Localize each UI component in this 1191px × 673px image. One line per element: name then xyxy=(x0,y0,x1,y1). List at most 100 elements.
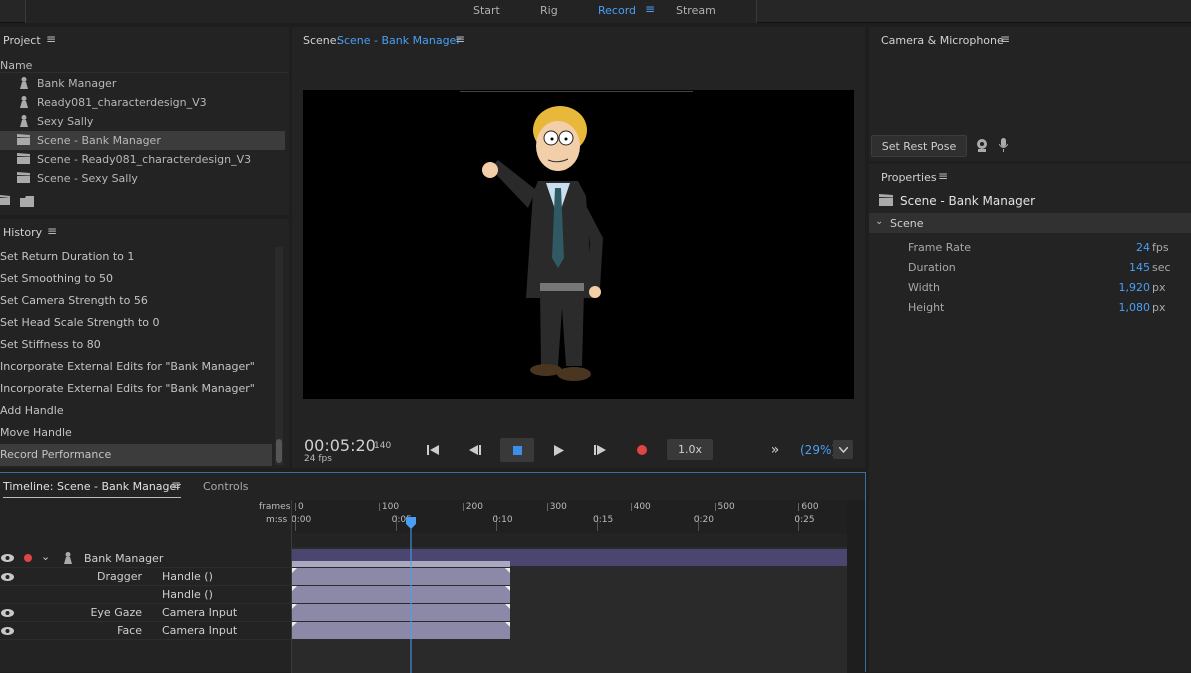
take-clip[interactable] xyxy=(292,604,510,621)
fps-label: 24 fps xyxy=(304,454,332,464)
play-button[interactable] xyxy=(550,442,568,458)
panel-menu-icon[interactable]: ≡ xyxy=(171,478,181,492)
chevron-down-icon[interactable]: ⌄ xyxy=(41,550,50,563)
stop-button[interactable] xyxy=(500,438,534,462)
clip-end-handle[interactable] xyxy=(505,568,510,573)
history-scrollbar[interactable] xyxy=(275,247,283,465)
eye-icon[interactable] xyxy=(1,554,14,562)
history-item-label: Incorporate External Edits for "Bank Man… xyxy=(0,382,255,395)
project-item[interactable]: Ready081_characterdesign_V3 xyxy=(0,93,285,112)
panel-menu-icon[interactable]: ≡ xyxy=(938,169,948,183)
record-arm-icon[interactable] xyxy=(24,554,32,562)
controls-tab[interactable]: Controls xyxy=(203,480,249,493)
behavior-name: Eye Gaze xyxy=(90,606,142,619)
frame-tick-mark xyxy=(630,503,632,511)
folder-icon[interactable] xyxy=(20,196,34,207)
project-item[interactable]: Scene - Bank Manager xyxy=(0,131,285,150)
clip-end-handle[interactable] xyxy=(505,586,510,591)
take-clip[interactable] xyxy=(292,622,510,639)
webcam-icon[interactable] xyxy=(976,139,988,152)
properties-item-name: Scene - Bank Manager xyxy=(900,194,1036,208)
parameter-name: Camera Input xyxy=(162,606,238,619)
scene-viewport[interactable] xyxy=(303,90,854,399)
workspace-rig-tab[interactable]: Rig xyxy=(540,4,558,17)
eye-icon[interactable] xyxy=(1,573,14,581)
track-name: Bank Manager xyxy=(84,552,164,565)
panel-menu-icon[interactable]: ≡ xyxy=(1000,32,1010,46)
history-item[interactable]: Set Camera Strength to 56 xyxy=(0,290,272,312)
track-row[interactable]: Face Camera Input xyxy=(0,622,291,640)
property-unit: sec xyxy=(1152,261,1171,274)
timeline-vertical-line xyxy=(291,500,292,673)
project-item[interactable]: Bank Manager xyxy=(0,74,285,93)
property-value[interactable]: 1,080 xyxy=(1119,301,1151,314)
time-tick-label: 0:00 xyxy=(291,515,312,525)
scene-section-header[interactable]: ⌄ Scene xyxy=(869,213,1191,233)
history-item[interactable]: Move Handle xyxy=(0,422,272,444)
history-item[interactable]: Record Performance xyxy=(0,444,272,466)
history-item[interactable]: Set Head Scale Strength to 0 xyxy=(0,312,272,334)
parameter-name: Handle () xyxy=(162,588,213,601)
step-forward-button[interactable] xyxy=(591,442,609,458)
workspace-record-tab[interactable]: Record xyxy=(598,4,636,17)
property-row: Height 1,080 px xyxy=(869,301,1191,321)
playhead[interactable] xyxy=(405,517,417,673)
zoom-level[interactable]: (29%) xyxy=(800,443,836,457)
history-item[interactable]: Set Stiffness to 80 xyxy=(0,334,272,356)
property-value[interactable]: 24 xyxy=(1136,241,1150,254)
project-item-label: Bank Manager xyxy=(37,77,117,90)
timecode: 00:05:20 xyxy=(304,436,376,455)
workspace-stream-tab[interactable]: Stream xyxy=(676,4,716,17)
frame-tick-mark xyxy=(378,503,380,511)
history-item[interactable]: Set Smoothing to 50 xyxy=(0,268,272,290)
project-item[interactable]: Scene - Sexy Sally xyxy=(0,169,285,188)
history-item-label: Move Handle xyxy=(0,426,72,439)
expand-controls-icon[interactable]: » xyxy=(766,442,784,458)
track-row[interactable]: ⌄ Bank Manager xyxy=(0,549,291,568)
track-row[interactable]: Eye Gaze Camera Input xyxy=(0,604,291,622)
property-value[interactable]: 145 xyxy=(1129,261,1150,274)
panel-menu-icon[interactable]: ≡ xyxy=(455,32,465,46)
step-back-button[interactable] xyxy=(466,442,484,458)
chevron-down-icon[interactable]: ⌄ xyxy=(875,216,883,227)
speed-button[interactable]: 1.0x xyxy=(667,439,713,460)
clip-end-handle[interactable] xyxy=(505,622,510,627)
project-item-label: Scene - Bank Manager xyxy=(37,134,161,147)
track-row[interactable]: Dragger Handle () xyxy=(0,568,291,586)
project-item[interactable]: Sexy Sally xyxy=(0,112,285,131)
project-item[interactable]: Scene - Ready081_characterdesign_V3 xyxy=(0,150,285,169)
time-tick-label: 0:25 xyxy=(794,515,815,525)
properties-panel-title: Properties xyxy=(881,171,937,184)
clip-start-handle[interactable] xyxy=(292,604,297,609)
panel-menu-icon[interactable]: ≡ xyxy=(47,224,57,238)
clip-start-handle[interactable] xyxy=(292,568,297,573)
eye-icon[interactable] xyxy=(1,627,14,635)
take-clip[interactable] xyxy=(292,561,510,567)
workspace-start-tab[interactable]: Start xyxy=(473,4,500,17)
history-item[interactable]: Incorporate External Edits for "Bank Man… xyxy=(0,378,272,400)
history-item[interactable]: Set Return Duration to 1 xyxy=(0,246,272,268)
go-to-start-button[interactable] xyxy=(424,442,442,458)
clip-start-handle[interactable] xyxy=(292,586,297,591)
panel-menu-icon[interactable]: ≡ xyxy=(46,32,56,46)
workspace-menu-icon[interactable]: ≡ xyxy=(645,2,655,16)
new-scene-icon[interactable] xyxy=(0,195,10,205)
property-value[interactable]: 1,920 xyxy=(1119,281,1151,294)
track-row[interactable]: Handle () xyxy=(0,586,291,604)
scene-name-link[interactable]: Scene - Bank Manager xyxy=(337,34,461,47)
take-clip[interactable] xyxy=(292,568,510,585)
history-item[interactable]: Incorporate External Edits for "Bank Man… xyxy=(0,356,272,378)
timeline-tab[interactable]: Timeline: Scene - Bank Manager xyxy=(3,480,181,493)
set-rest-pose-button[interactable]: Set Rest Pose xyxy=(871,135,967,157)
frame-tick-label: 100 xyxy=(381,502,400,512)
timeline-ruler[interactable] xyxy=(292,500,847,533)
clip-end-handle[interactable] xyxy=(505,604,510,609)
eye-icon[interactable] xyxy=(1,609,14,617)
zoom-dropdown-button[interactable] xyxy=(833,440,853,459)
history-item[interactable]: Add Handle xyxy=(0,400,272,422)
take-clip[interactable] xyxy=(292,586,510,603)
microphone-icon[interactable] xyxy=(999,138,1008,152)
clip-start-handle[interactable] xyxy=(292,622,297,627)
record-button[interactable] xyxy=(633,442,651,458)
viewport-guide-line xyxy=(460,91,693,92)
